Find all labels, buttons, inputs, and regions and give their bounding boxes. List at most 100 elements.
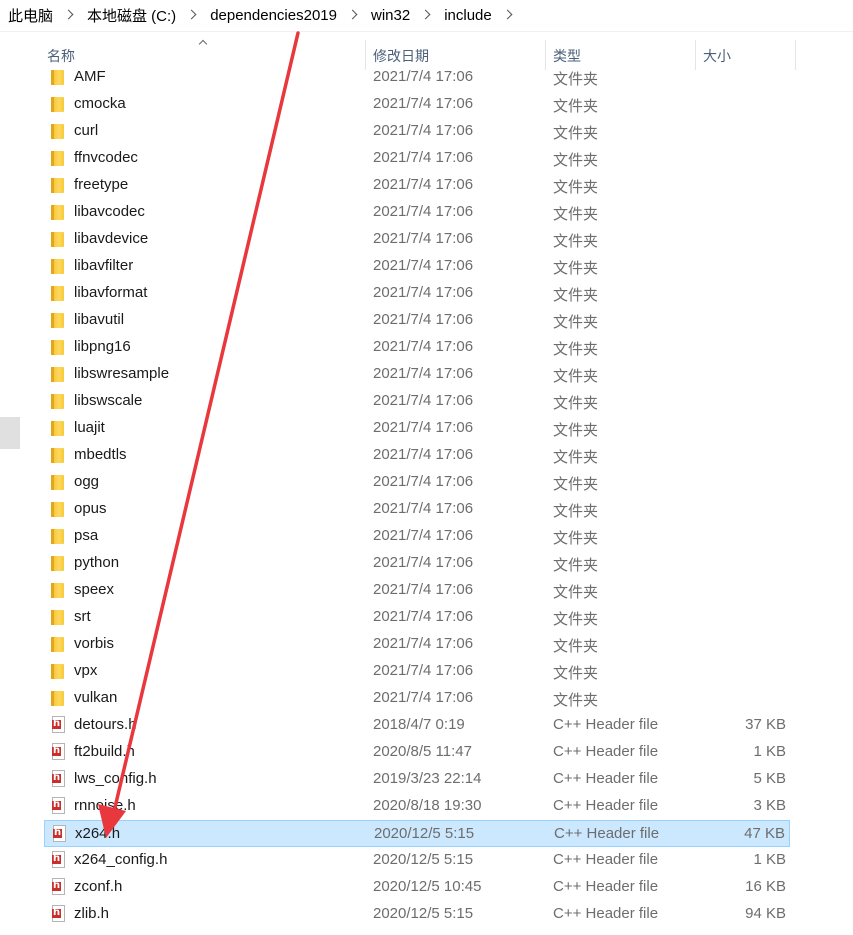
file-size: 94 KB	[745, 905, 786, 922]
breadcrumb-item-include[interactable]: include	[436, 7, 498, 24]
column-header-size[interactable]: 大小	[703, 46, 731, 66]
list-item[interactable]: libavutil 2021/7/4 17:06 文件夹	[44, 307, 790, 334]
file-type: 文件夹	[553, 476, 599, 493]
list-item[interactable]: cmocka 2021/7/4 17:06 文件夹	[44, 91, 790, 118]
list-item[interactable]: lws_config.h 2019/3/23 22:14 C++ Header fi…	[44, 766, 790, 793]
modified-date: 2021/7/4 17:06	[373, 446, 474, 463]
file-name: freetype	[74, 176, 129, 193]
column-header-date[interactable]: 修改日期	[373, 46, 429, 66]
modified-date: 2021/7/4 17:06	[373, 419, 474, 436]
list-item[interactable]: libavformat 2021/7/4 17:06 文件夹	[44, 280, 790, 307]
file-size: 3 KB	[753, 797, 786, 814]
file-type: 文件夹	[553, 503, 599, 520]
file-type: C++ Header file	[553, 743, 659, 760]
file-type: 文件夹	[553, 638, 599, 655]
list-item[interactable]: ogg 2021/7/4 17:06 文件夹	[44, 469, 790, 496]
chevron-right-icon[interactable]	[502, 9, 514, 21]
folder-icon	[51, 124, 64, 139]
file-name: x264.h	[75, 825, 121, 842]
list-item[interactable]: python 2021/7/4 17:06 文件夹	[44, 550, 790, 577]
file-type: C++ Header file	[553, 878, 659, 895]
list-item[interactable]: zlib.h 2020/12/5 5:15 C++ Header file 94 KB	[44, 901, 790, 928]
modified-date: 2019/3/23 22:14	[373, 770, 482, 787]
file-size: 1 KB	[753, 743, 786, 760]
modified-date: 2020/8/18 19:30	[373, 797, 482, 814]
header-file-icon	[52, 878, 65, 895]
list-item[interactable]: luajit 2021/7/4 17:06 文件夹	[44, 415, 790, 442]
list-item[interactable]: ft2build.h 2020/8/5 11:47 C++ Header file 1…	[44, 739, 790, 766]
column-divider[interactable]	[795, 40, 796, 70]
list-item[interactable]: x264_config.h 2020/12/5 5:15 C++ Header fi…	[44, 847, 790, 874]
header-file-icon	[52, 905, 65, 922]
file-size: 1 KB	[753, 851, 786, 868]
file-name: AMF	[74, 68, 106, 85]
modified-date: 2021/7/4 17:06	[373, 122, 474, 139]
list-item[interactable]: speex 2021/7/4 17:06 文件夹	[44, 577, 790, 604]
list-item[interactable]: freetype 2021/7/4 17:06 文件夹	[44, 172, 790, 199]
list-item[interactable]: libswresample 2021/7/4 17:06 文件夹	[44, 361, 790, 388]
folder-icon	[51, 691, 64, 706]
modified-date: 2021/7/4 17:06	[373, 149, 474, 166]
chevron-right-icon[interactable]	[186, 9, 198, 21]
list-item[interactable]: libavfilter 2021/7/4 17:06 文件夹	[44, 253, 790, 280]
column-header-type[interactable]: 类型	[553, 46, 581, 66]
chevron-right-icon[interactable]	[63, 9, 75, 21]
chevron-right-icon[interactable]	[420, 9, 432, 21]
file-type: 文件夹	[553, 692, 599, 709]
folder-icon	[51, 529, 64, 544]
file-name: libavcodec	[74, 203, 145, 220]
file-name: ft2build.h	[74, 743, 135, 760]
chevron-right-icon[interactable]	[347, 9, 359, 21]
list-item-selected[interactable]: x264.h 2020/12/5 5:15 C++ Header file 47 KB	[44, 820, 790, 847]
folder-icon	[51, 583, 64, 598]
list-item[interactable]: AMF 2021/7/4 17:06 文件夹	[44, 64, 790, 91]
list-item[interactable]: ffnvcodec 2021/7/4 17:06 文件夹	[44, 145, 790, 172]
modified-date: 2021/7/4 17:06	[373, 662, 474, 679]
file-name: libswscale	[74, 392, 143, 409]
modified-date: 2020/12/5 5:15	[374, 825, 475, 842]
breadcrumb-item-this-pc[interactable]: 此电脑	[0, 5, 59, 26]
file-type: C++ Header file	[553, 851, 659, 868]
file-name: libswresample	[74, 365, 170, 382]
list-item[interactable]: vorbis 2021/7/4 17:06 文件夹	[44, 631, 790, 658]
list-item[interactable]: detours.h 2018/4/7 0:19 C++ Header file 37 …	[44, 712, 790, 739]
breadcrumb-item-dependencies2019[interactable]: dependencies2019	[202, 7, 343, 24]
list-item[interactable]: libpng16 2021/7/4 17:06 文件夹	[44, 334, 790, 361]
file-type: C++ Header file	[553, 716, 659, 733]
list-item[interactable]: libavdevice 2021/7/4 17:06 文件夹	[44, 226, 790, 253]
column-header-name[interactable]: 名称	[47, 46, 75, 66]
list-item[interactable]: vpx 2021/7/4 17:06 文件夹	[44, 658, 790, 685]
list-item[interactable]: libavcodec 2021/7/4 17:06 文件夹	[44, 199, 790, 226]
file-name: vorbis	[74, 635, 115, 652]
file-type: 文件夹	[553, 98, 599, 115]
folder-icon	[51, 205, 64, 220]
modified-date: 2021/7/4 17:06	[373, 284, 474, 301]
list-item[interactable]: srt 2021/7/4 17:06 文件夹	[44, 604, 790, 631]
list-item[interactable]: libswscale 2021/7/4 17:06 文件夹	[44, 388, 790, 415]
file-name: luajit	[74, 419, 105, 436]
list-item[interactable]: opus 2021/7/4 17:06 文件夹	[44, 496, 790, 523]
list-item[interactable]: mbedtls 2021/7/4 17:06 文件夹	[44, 442, 790, 469]
list-item[interactable]: vulkan 2021/7/4 17:06 文件夹	[44, 685, 790, 712]
list-item[interactable]: psa 2021/7/4 17:06 文件夹	[44, 523, 790, 550]
breadcrumb-item-local-disk[interactable]: 本地磁盘 (C:)	[79, 5, 182, 26]
list-item[interactable]: rnnoise.h 2020/8/18 19:30 C++ Header file 3…	[44, 793, 790, 820]
list-item[interactable]: zconf.h 2020/12/5 10:45 C++ Header file 16 …	[44, 874, 790, 901]
modified-date: 2021/7/4 17:06	[373, 554, 474, 571]
breadcrumb: 此电脑 本地磁盘 (C:) dependencies2019 win32 inc…	[0, 0, 853, 30]
header-file-icon	[52, 851, 65, 868]
modified-date: 2021/7/4 17:06	[373, 257, 474, 274]
modified-date: 2021/7/4 17:06	[373, 230, 474, 247]
file-name: mbedtls	[74, 446, 127, 463]
modified-date: 2021/7/4 17:06	[373, 365, 474, 382]
modified-date: 2021/7/4 17:06	[373, 608, 474, 625]
folder-icon	[51, 448, 64, 463]
file-type: 文件夹	[553, 422, 599, 439]
file-name: speex	[74, 581, 115, 598]
modified-date: 2021/7/4 17:06	[373, 581, 474, 598]
breadcrumb-item-win32[interactable]: win32	[363, 7, 416, 24]
folder-icon	[51, 664, 64, 679]
list-item[interactable]: curl 2021/7/4 17:06 文件夹	[44, 118, 790, 145]
modified-date: 2021/7/4 17:06	[373, 338, 474, 355]
navigation-pane-edge[interactable]	[0, 417, 20, 449]
